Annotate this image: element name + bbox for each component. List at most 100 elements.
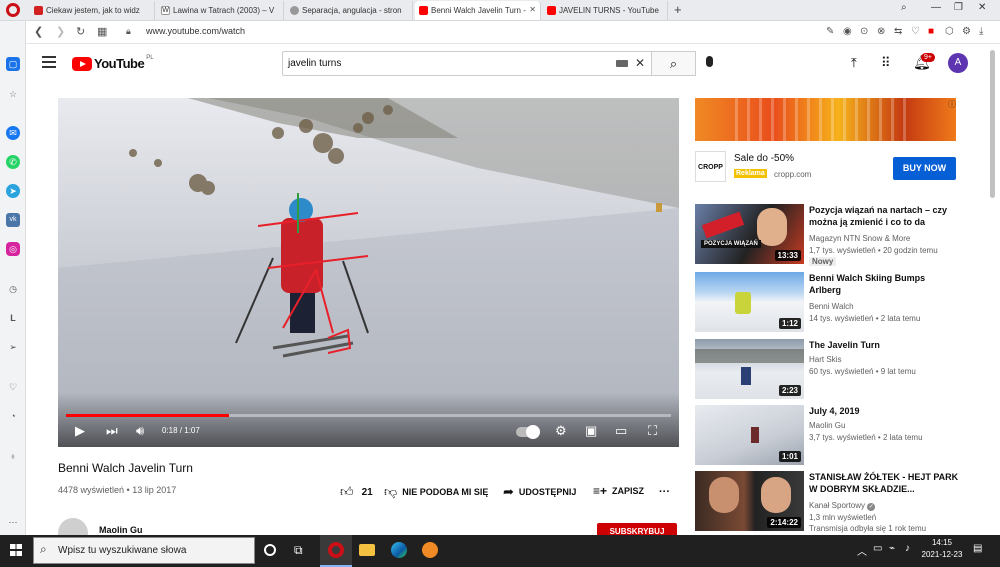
- rss-app-icon[interactable]: [422, 542, 438, 558]
- file-explorer-icon[interactable]: [359, 544, 375, 556]
- avatar[interactable]: A: [948, 53, 968, 73]
- channel-name[interactable]: Magazyn NTN Snow & More: [809, 234, 910, 243]
- share-button[interactable]: ➦ UDOSTĘPNIJ: [503, 484, 576, 500]
- messenger-icon[interactable]: ✉: [6, 126, 20, 140]
- instagram-icon[interactable]: ◎: [6, 242, 20, 256]
- close-tab-icon[interactable]: ✕: [529, 5, 536, 14]
- page-scrollbar[interactable]: [990, 50, 995, 198]
- edit-icon[interactable]: ✎: [826, 26, 834, 37]
- player-icon[interactable]: ◷: [6, 282, 20, 296]
- video-title[interactable]: Benni Walch Skiing Bumps Arlberg: [809, 272, 959, 296]
- more-icon[interactable]: ⋯: [6, 515, 20, 529]
- ad-banner-image[interactable]: [695, 98, 956, 141]
- video-title[interactable]: July 4, 2019: [809, 405, 959, 417]
- play-icon[interactable]: ▶: [75, 423, 85, 439]
- browser-tab[interactable]: W Lawina w Tatrach (2003) – V: [157, 1, 284, 20]
- upload-icon[interactable]: ⤒: [851, 55, 857, 71]
- youtube-ext-icon[interactable]: ■: [928, 26, 934, 37]
- taskbar-search-input[interactable]: ⌕ Wpisz tu wyszukiwane słowa: [33, 537, 255, 564]
- block-icon[interactable]: ⊗: [877, 26, 885, 37]
- channel-name[interactable]: Benni Walch: [809, 302, 854, 311]
- share-icon[interactable]: ⇆: [894, 26, 902, 37]
- url-field[interactable]: www.youtube.com/watch: [146, 26, 245, 36]
- box-icon[interactable]: ⬡: [945, 26, 954, 37]
- video-thumbnail[interactable]: 2:14:22: [695, 471, 804, 531]
- progress-track[interactable]: [66, 414, 671, 417]
- browser-tab[interactable]: Separacja, angulacja - stron: [286, 1, 413, 20]
- ad-brand-logo[interactable]: CROPP: [695, 151, 726, 182]
- search-tabs-icon[interactable]: ⌕: [901, 2, 907, 13]
- apps-grid-icon[interactable]: ⠿: [881, 55, 891, 71]
- task-view-icon[interactable]: ⧉: [294, 543, 303, 558]
- autoplay-toggle[interactable]: [516, 425, 540, 439]
- keyboard-icon[interactable]: [616, 60, 628, 67]
- ad-info-icon[interactable]: ⓘ: [948, 99, 956, 110]
- video-player[interactable]: [58, 98, 679, 447]
- miniplayer-icon[interactable]: ▣: [585, 423, 597, 439]
- video-thumbnail[interactable]: 1:12: [695, 272, 804, 332]
- easy-setup-icon[interactable]: ⚙: [962, 26, 971, 37]
- forward-icon[interactable]: ❯: [56, 25, 65, 38]
- save-button[interactable]: ≡+ ZAPISZ: [593, 484, 644, 498]
- edge-icon[interactable]: [391, 542, 407, 558]
- dislike-button[interactable]: 👎︎ NIE PODOBA MI SIĘ: [384, 484, 488, 500]
- opera-menu-icon[interactable]: [6, 3, 20, 17]
- maximize-icon[interactable]: ❐: [954, 2, 963, 13]
- history-icon[interactable]: ◔: [6, 409, 20, 423]
- channel-name[interactable]: Maolin Gu: [99, 525, 143, 535]
- notification-center-icon[interactable]: ▤: [973, 543, 982, 554]
- list-item[interactable]: 1:01 July 4, 2019 Maolin Gu 3,7 tys. wyś…: [695, 405, 965, 467]
- opera-taskbar-icon[interactable]: [320, 535, 352, 567]
- clear-search-icon[interactable]: ✕: [635, 56, 645, 70]
- battery-icon[interactable]: ▭: [873, 543, 882, 554]
- video-thumbnail[interactable]: 1:01: [695, 405, 804, 465]
- network-icon[interactable]: ⌁: [889, 543, 895, 554]
- channel-name[interactable]: Maolin Gu: [809, 421, 845, 430]
- wallet-icon[interactable]: ⊙: [860, 26, 868, 37]
- microphone-icon[interactable]: [706, 56, 713, 67]
- send-icon[interactable]: ➢: [6, 340, 20, 354]
- search-input[interactable]: javelin turns ✕: [282, 51, 652, 76]
- close-window-icon[interactable]: ✕: [978, 2, 986, 13]
- ad-cta-button[interactable]: BUY NOW: [893, 157, 956, 180]
- ad-title[interactable]: Sale do -50%: [734, 153, 794, 164]
- browser-tab[interactable]: Ciekaw jestem, jak to widz: [30, 1, 155, 20]
- show-hidden-icons-icon[interactable]: ︿: [857, 543, 867, 558]
- windows-start-icon[interactable]: [10, 544, 22, 556]
- heart-icon[interactable]: ♡: [911, 26, 920, 37]
- list-item[interactable]: POZYCJA WIĄZAŃ 13:33 Pozycja wiązań na n…: [695, 204, 965, 266]
- subscribe-button[interactable]: SUBSKRYBUJ: [597, 523, 677, 535]
- video-title[interactable]: STANISŁAW ŻÓŁTEK - HEJT PARK W DOBRYM SK…: [809, 471, 959, 495]
- flow-icon[interactable]: L: [6, 311, 20, 325]
- channel-name[interactable]: Kanał Sportowy ✓: [809, 501, 876, 511]
- new-tab-button[interactable]: +: [674, 2, 682, 17]
- speed-dial-icon[interactable]: ☆: [6, 87, 20, 101]
- channel-name[interactable]: Hart Skis: [809, 355, 841, 364]
- theater-mode-icon[interactable]: ▭: [615, 423, 627, 439]
- cortana-icon[interactable]: [264, 544, 276, 556]
- tabs-grid-icon[interactable]: ▦: [97, 25, 107, 38]
- volume-tray-icon[interactable]: ♪: [905, 543, 910, 554]
- video-thumbnail[interactable]: 2:23: [695, 339, 804, 399]
- volume-icon[interactable]: 🔊︎: [136, 423, 144, 439]
- bookmarks-heart-icon[interactable]: ♡: [6, 380, 20, 394]
- vk-icon[interactable]: vk: [6, 213, 20, 227]
- clock[interactable]: 14:15 2021-12-23: [920, 537, 964, 561]
- list-item[interactable]: 1:12 Benni Walch Skiing Bumps Arlberg Be…: [695, 272, 965, 334]
- video-title[interactable]: The Javelin Turn: [809, 339, 959, 351]
- reload-icon[interactable]: ↻: [76, 25, 85, 38]
- next-icon[interactable]: ⏭: [106, 423, 118, 439]
- hamburger-menu-icon[interactable]: [42, 56, 56, 68]
- back-icon[interactable]: ❮: [34, 25, 43, 38]
- workspace-icon[interactable]: ▢: [6, 57, 20, 71]
- lightbulb-icon[interactable]: ♁: [6, 449, 20, 463]
- list-item[interactable]: 2:23 The Javelin Turn Hart Skis 60 tys. …: [695, 339, 965, 401]
- list-item[interactable]: 2:14:22 STANISŁAW ŻÓŁTEK - HEJT PARK W D…: [695, 471, 965, 533]
- minimize-icon[interactable]: —: [931, 2, 941, 13]
- more-actions-button[interactable]: ···: [659, 486, 670, 498]
- youtube-logo[interactable]: YouTube PL: [72, 55, 154, 71]
- download-icon[interactable]: ⤓: [979, 26, 983, 37]
- fullscreen-icon[interactable]: ⛶: [648, 423, 657, 439]
- browser-tab-active[interactable]: Benni Walch Javelin Turn - ✕: [415, 1, 541, 20]
- video-title[interactable]: Pozycja wiązań na nartach – czy można ją…: [809, 204, 959, 228]
